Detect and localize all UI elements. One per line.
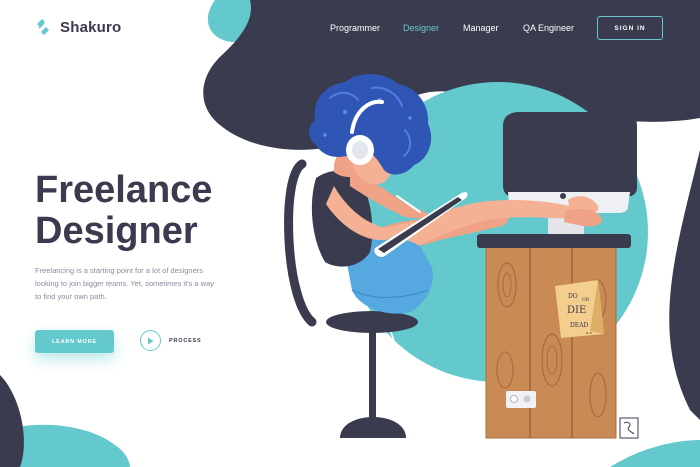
desk [477,234,631,439]
hero-description: Freelancing is a starting point for a lo… [35,266,215,301]
title-line-2: Designer [35,210,198,252]
shakuro-logo-icon [37,19,49,35]
nav-item-designer[interactable]: Designer [403,23,463,33]
play-button[interactable] [140,330,161,351]
sign-in-button[interactable]: SIGN IN [597,16,663,40]
nav-item-qa-engineer[interactable]: QA Engineer [523,23,574,33]
note-line-4: DEAD [570,322,589,329]
process-button[interactable]: PROCESS [140,330,202,351]
note-line-5: x x [586,330,593,335]
brand-name: Shakuro [60,18,122,36]
artist-signature [619,417,639,439]
play-icon [148,337,154,344]
title-line-1: Freelance [35,169,213,211]
page-title: Freelance Designer [35,170,212,252]
note-line-3: DIE [567,305,586,316]
sticky-note: DO OR DIE DEAD x x [555,280,604,338]
process-label: PROCESS [169,337,202,344]
nav-item-programmer[interactable]: Programmer [330,23,403,33]
nav-item-manager[interactable]: Manager [463,23,523,33]
note-line-1: DO [568,293,578,300]
note-line-2: OR [582,297,590,303]
learn-more-button[interactable]: LEARN MORE [35,330,114,353]
brand-logo[interactable]: Shakuro [34,18,121,36]
main-nav: Programmer Designer Manager QA Engineer [330,23,574,33]
